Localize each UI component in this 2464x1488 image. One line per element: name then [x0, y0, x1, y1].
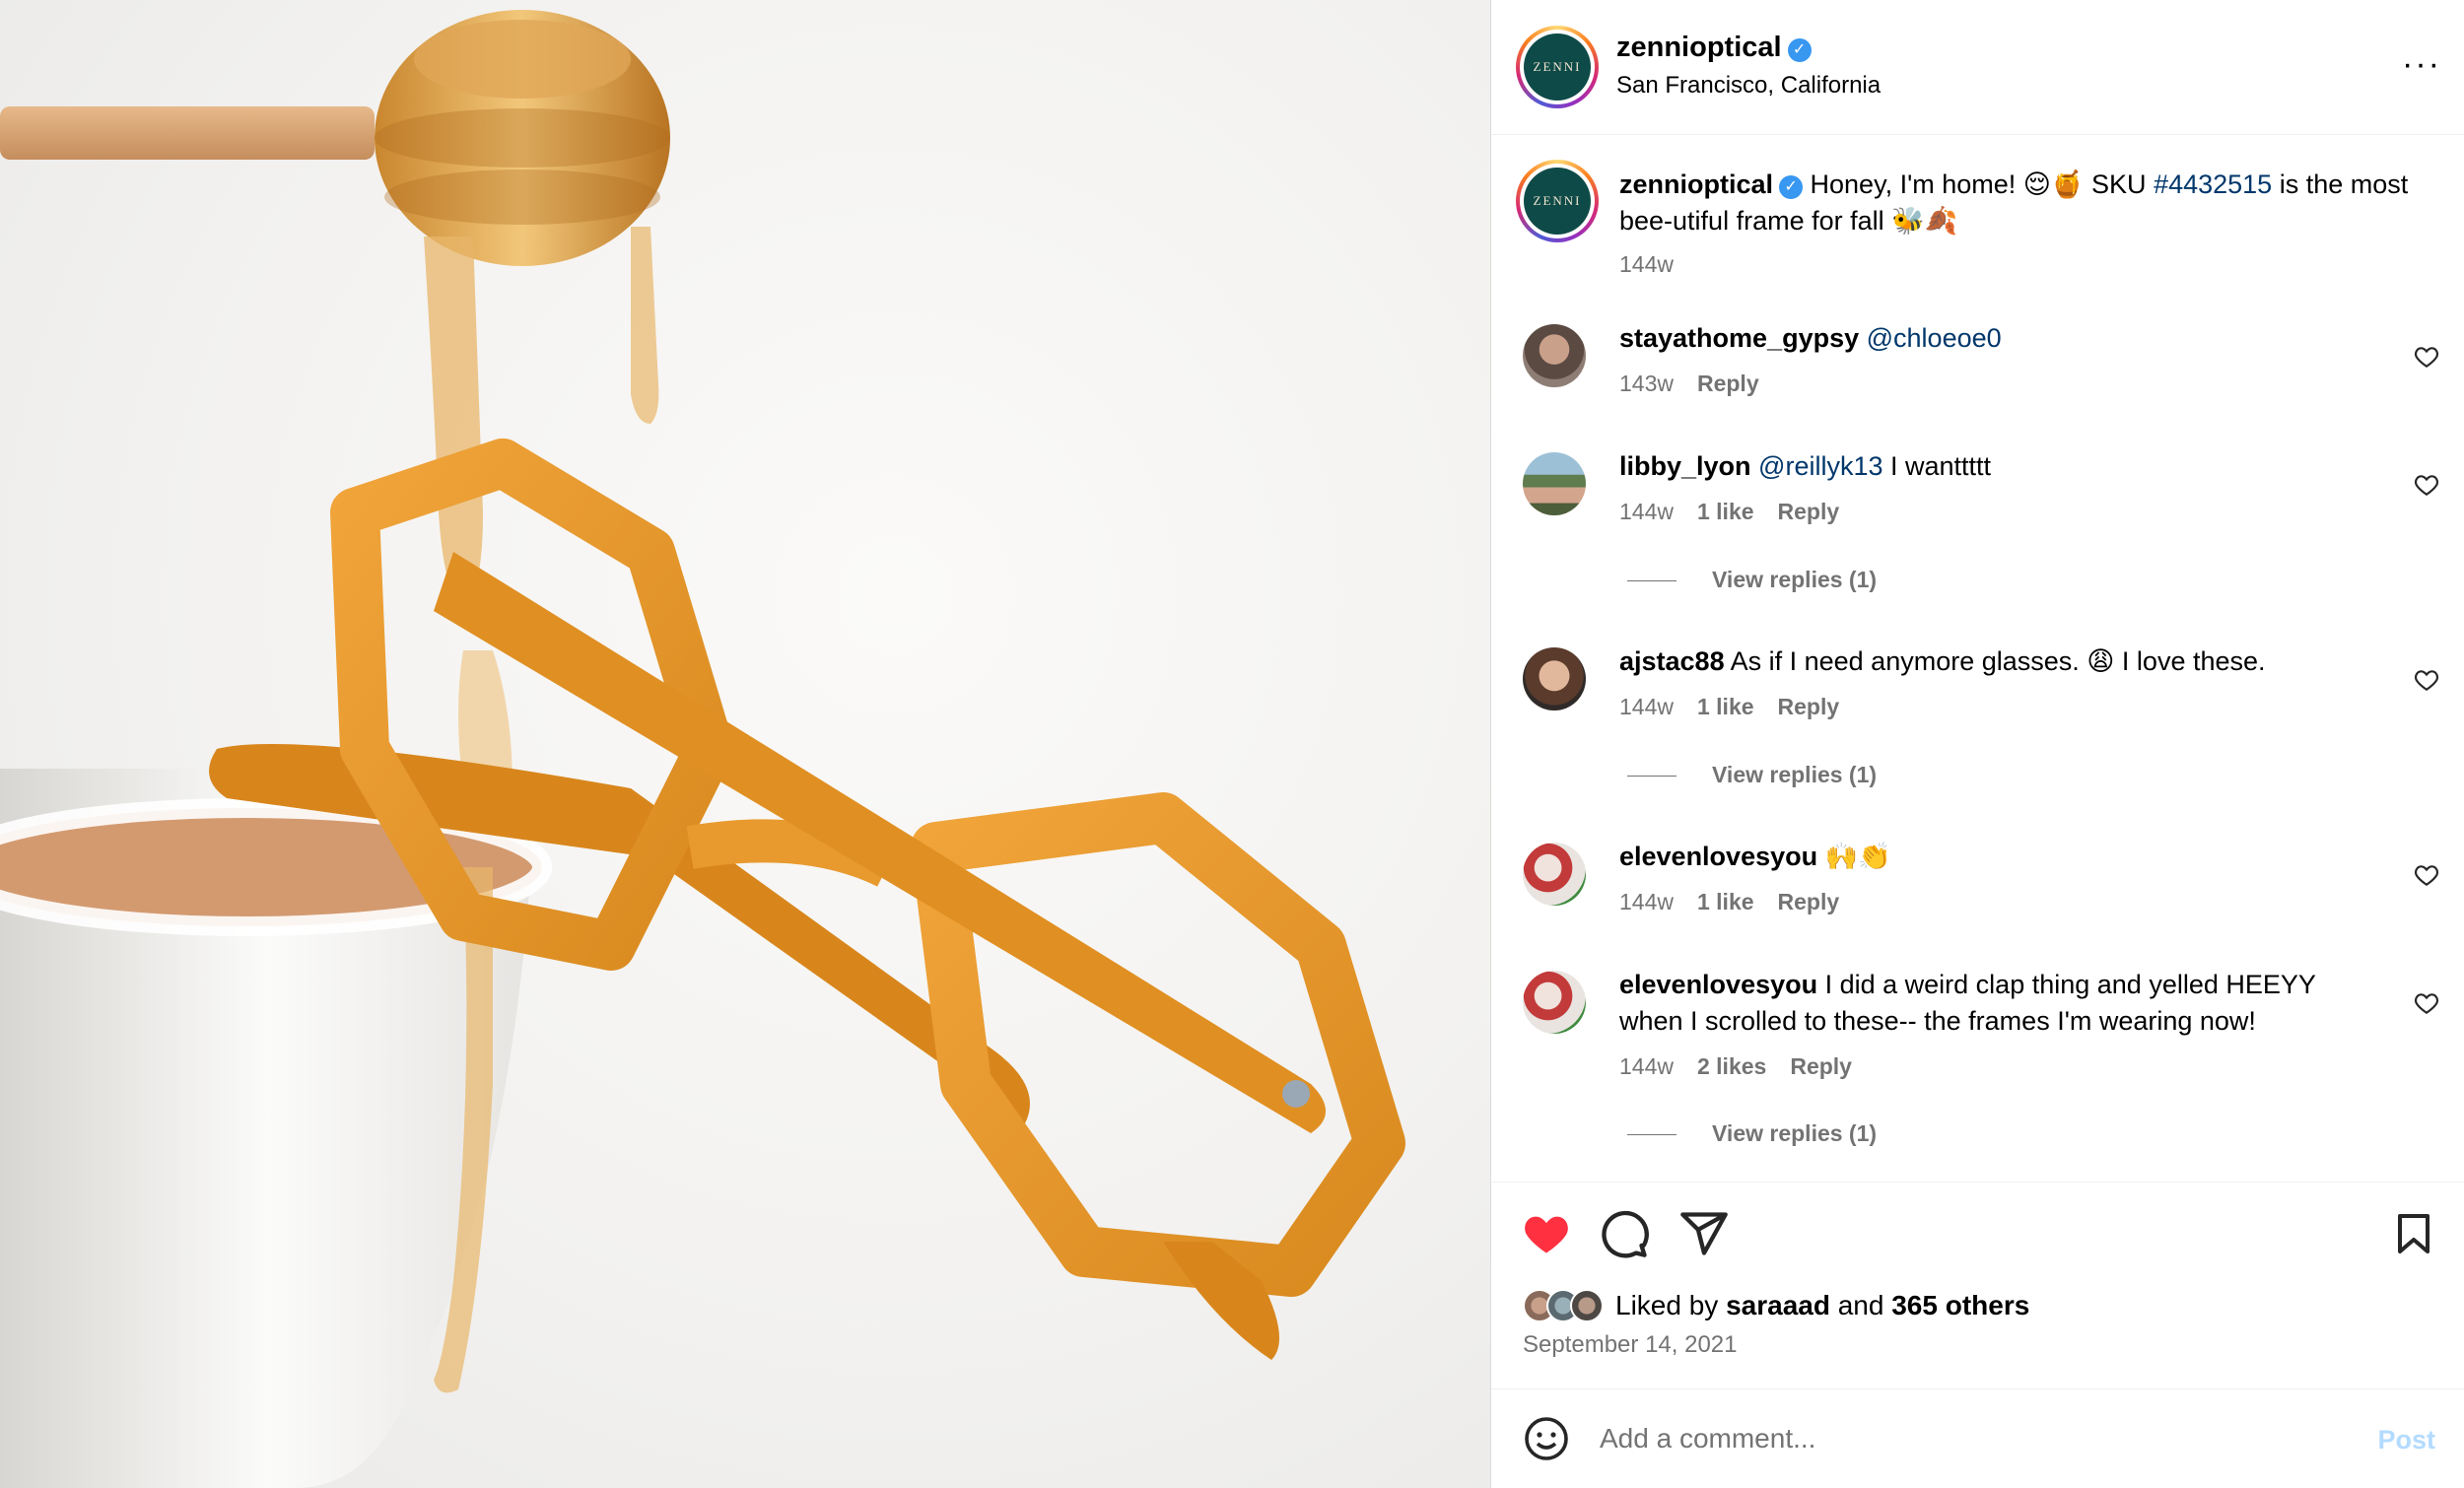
save-bookmark-icon[interactable]: [2390, 1208, 2437, 1259]
comment-text: elevenlovesyou I did a weird clap thing …: [1619, 970, 2316, 1036]
mention-link[interactable]: @chloeoe0: [1867, 323, 2002, 353]
mention-link[interactable]: @reillyk13: [1758, 451, 1882, 481]
reply-button[interactable]: Reply: [1778, 499, 1840, 524]
caption-text: zennioptical ✓ Honey, I'm home! 😌🍯 SKU #4…: [1619, 169, 2409, 236]
avatar[interactable]: [1570, 1289, 1604, 1322]
comment-meta: 144w 1 like Reply: [1619, 499, 1863, 525]
comment-input[interactable]: [1600, 1411, 2290, 1466]
comment-text: stayathome_gypsy @chloeoe0: [1619, 320, 2368, 357]
comment-username[interactable]: elevenlovesyou: [1619, 842, 1817, 871]
replies-divider: [1627, 580, 1677, 582]
caption-username[interactable]: zennioptical: [1619, 169, 1773, 199]
comment-text: ajstac88 As if I need anymore glasses. 😩…: [1619, 646, 2266, 676]
like-heart-icon[interactable]: [1521, 1208, 1572, 1259]
share-send-icon[interactable]: [1678, 1208, 1730, 1259]
liked-by-user[interactable]: saraaad: [1726, 1290, 1830, 1320]
comment-time[interactable]: 143w: [1619, 371, 1674, 396]
comment-bubble-icon[interactable]: [1600, 1208, 1651, 1259]
comment-time[interactable]: 144w: [1619, 889, 1674, 914]
liked-by-text[interactable]: Liked by saraaad and 365 others: [1615, 1290, 2029, 1321]
more-options-icon[interactable]: ···: [2402, 47, 2441, 81]
caption-avatar[interactable]: ZENNI: [1516, 160, 1599, 242]
verified-checkmark-icon: ✓: [1779, 175, 1804, 199]
comment-username[interactable]: libby_lyon: [1619, 451, 1751, 481]
post-username[interactable]: zennioptical ✓: [1616, 32, 1812, 64]
comment-meta: 143w Reply: [1619, 371, 1783, 397]
likes-summary: Liked by saraaad and 365 others: [1523, 1289, 2029, 1322]
honey-dipper-stick: [0, 106, 375, 160]
post-date[interactable]: September 14, 2021: [1523, 1331, 1738, 1359]
comment-time[interactable]: 144w: [1619, 694, 1674, 719]
avatar[interactable]: ZENNI: [1516, 26, 1599, 108]
avatar[interactable]: [1523, 647, 1586, 710]
like-comment-heart-icon[interactable]: [2414, 862, 2439, 888]
reply-button[interactable]: Reply: [1778, 889, 1840, 914]
comment-likes[interactable]: 1 like: [1697, 889, 1754, 914]
reply-button[interactable]: Reply: [1778, 694, 1840, 719]
comment-username[interactable]: stayathome_gypsy: [1619, 323, 1859, 353]
comment-time[interactable]: 144w: [1619, 1053, 1674, 1079]
caption-timestamp[interactable]: 144w: [1619, 251, 1674, 278]
avatar[interactable]: [1523, 971, 1586, 1034]
replies-divider: [1627, 1134, 1677, 1136]
post-location[interactable]: San Francisco, California: [1616, 72, 1881, 100]
reply-button[interactable]: Reply: [1790, 1053, 1852, 1079]
post-header: ZENNI zennioptical ✓ San Francisco, Calif…: [1491, 0, 2464, 135]
view-replies-button[interactable]: View replies (1): [1627, 567, 1877, 593]
reply-button[interactable]: Reply: [1697, 371, 1759, 396]
avatar[interactable]: [1523, 452, 1586, 515]
like-comment-heart-icon[interactable]: [2414, 667, 2439, 693]
like-comment-heart-icon[interactable]: [2414, 472, 2439, 498]
action-bar: Liked by saraaad and 365 others Septembe…: [1491, 1182, 2464, 1388]
comment-meta: 144w 1 like Reply: [1619, 694, 1863, 720]
zenni-logo: ZENNI: [1524, 168, 1591, 235]
like-comment-heart-icon[interactable]: [2414, 344, 2439, 370]
comment-text: libby_lyon @reillyk13 I wanttttt: [1619, 451, 1992, 481]
like-comment-heart-icon[interactable]: [2414, 990, 2439, 1016]
avatar[interactable]: [1523, 843, 1586, 906]
verified-checkmark-icon: ✓: [1787, 38, 1812, 62]
comment-text: elevenlovesyou 🙌👏: [1619, 842, 1891, 871]
comment-likes[interactable]: 1 like: [1697, 694, 1754, 719]
add-comment-bar: Post: [1491, 1388, 2464, 1488]
replies-divider: [1627, 776, 1677, 778]
comments-list[interactable]: ZENNI zennioptical ✓ Honey, I'm home! 😌🍯 …: [1491, 135, 2464, 1182]
liked-by-others[interactable]: 365 others: [1891, 1290, 2029, 1320]
comment-meta: 144w 1 like Reply: [1619, 889, 1863, 915]
comment-username[interactable]: ajstac88: [1619, 646, 1725, 676]
zenni-logo: ZENNI: [1524, 34, 1591, 101]
view-replies-button[interactable]: View replies (1): [1627, 1120, 1877, 1147]
comment-likes[interactable]: 1 like: [1697, 499, 1754, 524]
avatar[interactable]: [1523, 324, 1586, 387]
honey-dipper-head: [375, 10, 670, 266]
comment-time[interactable]: 144w: [1619, 499, 1674, 524]
post-side-panel: ZENNI zennioptical ✓ San Francisco, Calif…: [1490, 0, 2464, 1488]
hashtag-link[interactable]: #4432515: [2154, 169, 2272, 199]
emoji-smiley-icon[interactable]: [1523, 1415, 1570, 1462]
comment-meta: 144w 2 likes Reply: [1619, 1053, 1876, 1080]
comment-likes[interactable]: 2 likes: [1697, 1053, 1766, 1079]
view-replies-button[interactable]: View replies (1): [1627, 762, 1877, 788]
post-image: [0, 0, 1490, 1488]
post-comment-button[interactable]: Post: [2377, 1425, 2435, 1455]
post-caption: ZENNI zennioptical ✓ Honey, I'm home! 😌🍯 …: [1491, 135, 2464, 293]
comment-username[interactable]: elevenlovesyou: [1619, 970, 1817, 999]
